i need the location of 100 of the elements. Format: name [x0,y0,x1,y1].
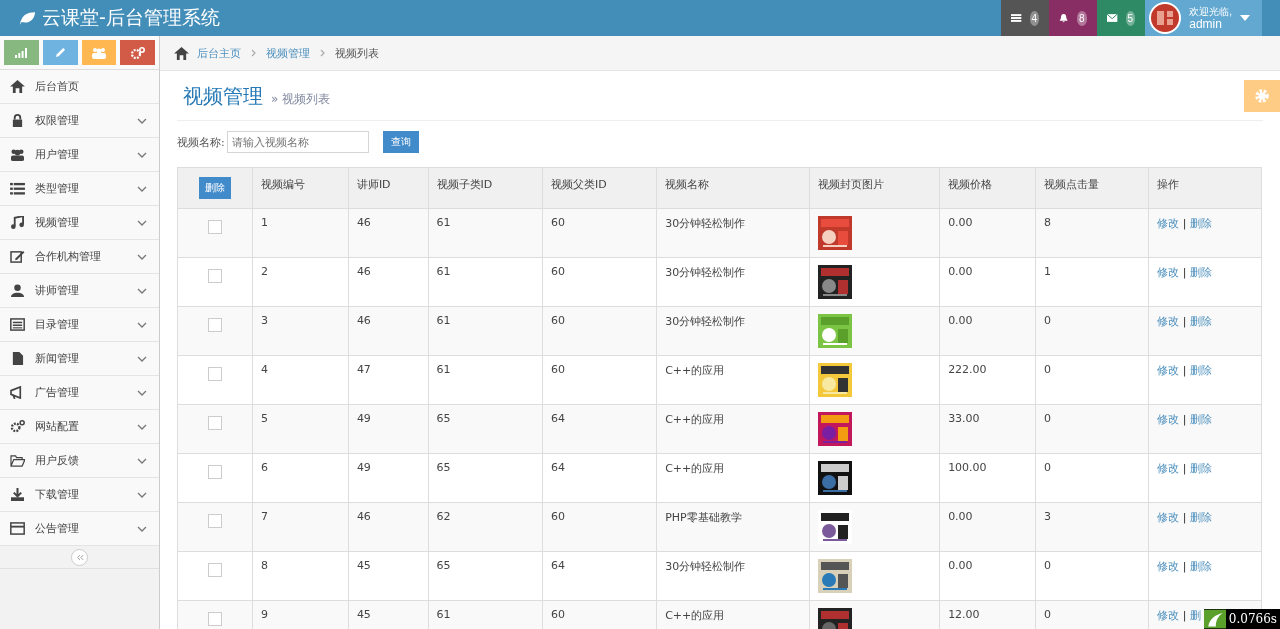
collapse-sidebar-button[interactable] [71,548,88,566]
delete-link[interactable]: 删除 [1189,266,1212,279]
link-separator: | [1182,266,1187,279]
column-header: 视频封页图片 [809,167,940,209]
menu-item-icon [10,216,25,229]
column-header: 视频点击量 [1035,167,1149,209]
table-cell: 61 [428,257,543,307]
sidebar-item[interactable]: 新闻管理 [0,342,159,376]
row-checkbox[interactable] [208,563,222,577]
sidebar-item[interactable]: 公告管理 [0,512,159,546]
edit-link[interactable]: 修改 [1157,609,1180,622]
notification-button[interactable]: 8 [1049,0,1098,36]
sidebar-item[interactable]: 网站配置 [0,410,159,444]
sidebar-item[interactable]: 类型管理 [0,172,159,206]
row-checkbox[interactable] [208,318,222,332]
menu-item-icon [10,284,25,297]
table-cell: 6 [252,453,349,503]
edit-link[interactable]: 修改 [1157,266,1180,279]
table-cell: 45 [348,600,429,629]
edit-link[interactable]: 修改 [1157,364,1180,377]
edit-link[interactable]: 修改 [1157,413,1180,426]
sidebar-item[interactable]: 下载管理 [0,478,159,512]
table-cell: 33.00 [939,404,1036,454]
menu-item-icon [10,250,25,263]
row-checkbox[interactable] [208,416,222,430]
delete-link[interactable]: 删除 [1189,217,1212,230]
sidebar-item[interactable]: 后台首页 [0,70,159,104]
breadcrumb-link[interactable]: 后台主页 [197,45,241,61]
sidebar-item[interactable]: 讲师管理 [0,274,159,308]
sidebar-item[interactable]: 权限管理 [0,104,159,138]
row-checkbox[interactable] [208,367,222,381]
search-button[interactable]: 查询 [382,131,419,153]
delete-button[interactable]: 删除 [199,177,231,199]
edit-button[interactable] [42,40,78,65]
edit-link[interactable]: 修改 [1157,462,1180,475]
double-chevron-left-icon [75,553,84,561]
delete-link[interactable]: 删除 [1189,511,1212,524]
pencil-icon [54,47,66,58]
gears-icon [130,46,145,59]
edit-link[interactable]: 修改 [1157,560,1180,573]
table-cell: 3 [1035,502,1149,552]
row-checkbox[interactable] [208,220,222,234]
notification-button[interactable]: 5 [1097,0,1146,36]
menu-item-icon [10,420,25,433]
table-cell: 65 [428,551,543,601]
menu-item-icon [10,318,25,331]
delete-link[interactable]: 删除 [1189,364,1212,377]
row-checkbox[interactable] [208,612,222,626]
table-cell: 8 [1035,208,1149,258]
table-cell: 9 [252,600,349,629]
video-name-field[interactable]: 请输入视频名称 [226,131,369,153]
row-checkbox[interactable] [208,269,222,283]
delete-link[interactable]: 删除 [1189,413,1212,426]
delete-link[interactable]: 删除 [1189,462,1212,475]
link-separator: | [1182,315,1187,328]
delete-link[interactable]: 删除 [1189,560,1212,573]
menu-item-icon [10,182,25,195]
table-cell: 30分钟轻松制作 [656,306,810,356]
table-cell: 0 [1035,306,1149,356]
table-cell: 8 [252,551,349,601]
table-cell: 46 [348,208,429,258]
column-header: 视频价格 [939,167,1036,209]
menu-item-icon [10,114,25,127]
table-cell: 49 [348,453,429,503]
delete-link[interactable]: 删除 [1189,315,1212,328]
table-cell: 0 [1035,404,1149,454]
table-cell: 47 [348,355,429,405]
sidebar-item[interactable]: 广告管理 [0,376,159,410]
table-cell: 1 [1035,257,1149,307]
sidebar-item[interactable]: 用户管理 [0,138,159,172]
table-cell: 61 [428,306,543,356]
row-checkbox[interactable] [208,465,222,479]
notification-button[interactable]: 4 [1001,0,1050,36]
edit-link[interactable]: 修改 [1157,217,1180,230]
sidebar-item[interactable]: 目录管理 [0,308,159,342]
user-menu[interactable]: 欢迎光临, admin [1145,0,1262,36]
sidebar-item[interactable]: 视频管理 [0,206,159,240]
table-cell: 0 [1035,453,1149,503]
settings-button[interactable] [120,40,155,65]
breadcrumb-link[interactable]: 视频管理 [266,45,310,61]
sidebar-item[interactable]: 用户反馈 [0,444,159,478]
table-cell: 0 [1035,551,1149,601]
sidebar-item[interactable]: 合作机构管理 [0,240,159,274]
table-cell: 30分钟轻松制作 [656,257,810,307]
delete-link[interactable]: 删 [1189,609,1201,622]
edit-link[interactable]: 修改 [1157,315,1180,328]
edit-link[interactable]: 修改 [1157,511,1180,524]
stats-button[interactable] [4,40,39,65]
users-icon [91,46,106,59]
row-checkbox[interactable] [208,514,222,528]
link-separator: | [1182,413,1187,426]
chevron-right-icon [320,49,325,57]
table-cell: 62 [428,502,543,552]
table-cell: 0.00 [939,208,1036,258]
table-cell: 222.00 [939,355,1036,405]
tasks-icon [1011,12,1022,24]
table-cell: 60 [542,257,657,307]
users-button[interactable] [81,40,117,65]
breadcrumb-current: 视频列表 [335,45,379,61]
table-cell: 46 [348,306,429,356]
